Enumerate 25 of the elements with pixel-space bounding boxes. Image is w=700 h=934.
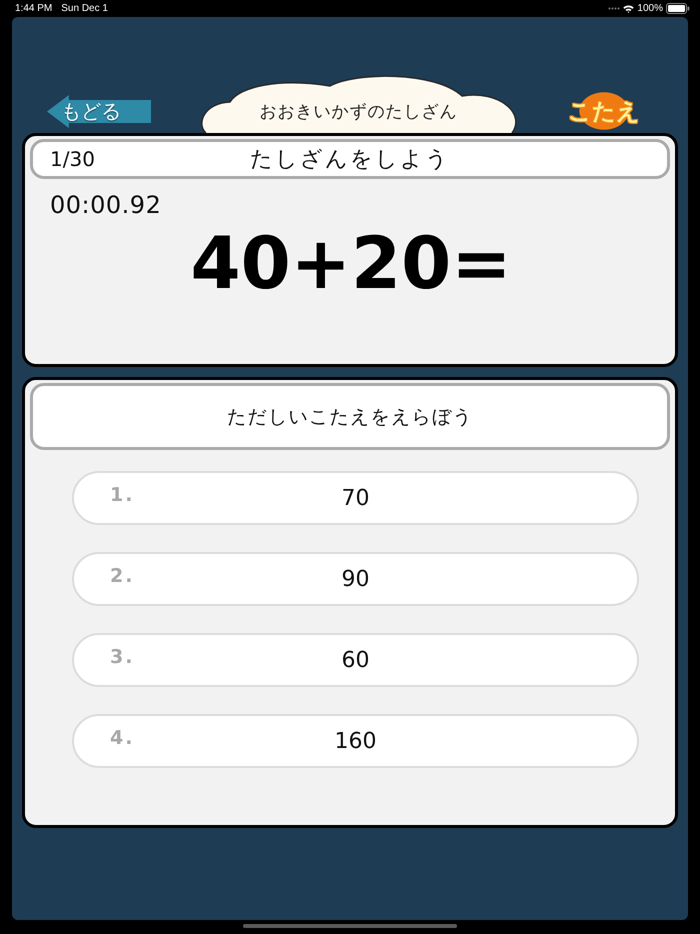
status-time: 1:44 PM xyxy=(15,3,52,14)
choice-number: 4. xyxy=(110,727,134,749)
screen-title: おおきいかずのたしざん xyxy=(260,101,458,123)
wifi-icon xyxy=(623,4,634,12)
choice-button[interactable]: 1. 70 xyxy=(72,471,639,525)
progress-counter: 1/30 xyxy=(50,147,95,171)
battery-percent: 100% xyxy=(637,3,663,14)
choice-button[interactable]: 4. 160 xyxy=(72,714,639,768)
choice-button[interactable]: 2. 90 xyxy=(72,552,639,606)
status-date: Sun Dec 1 xyxy=(61,3,108,14)
choice-value: 160 xyxy=(334,728,376,754)
choice-value: 90 xyxy=(342,566,370,592)
choice-value: 60 xyxy=(342,648,370,672)
back-button[interactable]: もどる xyxy=(47,95,151,128)
question-instruction: たしざんをしよう xyxy=(250,146,450,174)
choice-value: 70 xyxy=(342,486,370,510)
signal-dots-icon xyxy=(608,7,620,10)
choice-button[interactable]: 3. 60 xyxy=(72,633,639,687)
battery-icon xyxy=(666,3,690,14)
choice-number: 3. xyxy=(110,646,134,668)
choice-number: 1. xyxy=(110,484,134,506)
choice-number: 2. xyxy=(110,565,134,587)
math-expression: 40+20= xyxy=(190,227,512,299)
timer: 00:00.92 xyxy=(50,191,162,219)
answer-instruction: ただしいこたえをえらぼう xyxy=(227,404,473,430)
